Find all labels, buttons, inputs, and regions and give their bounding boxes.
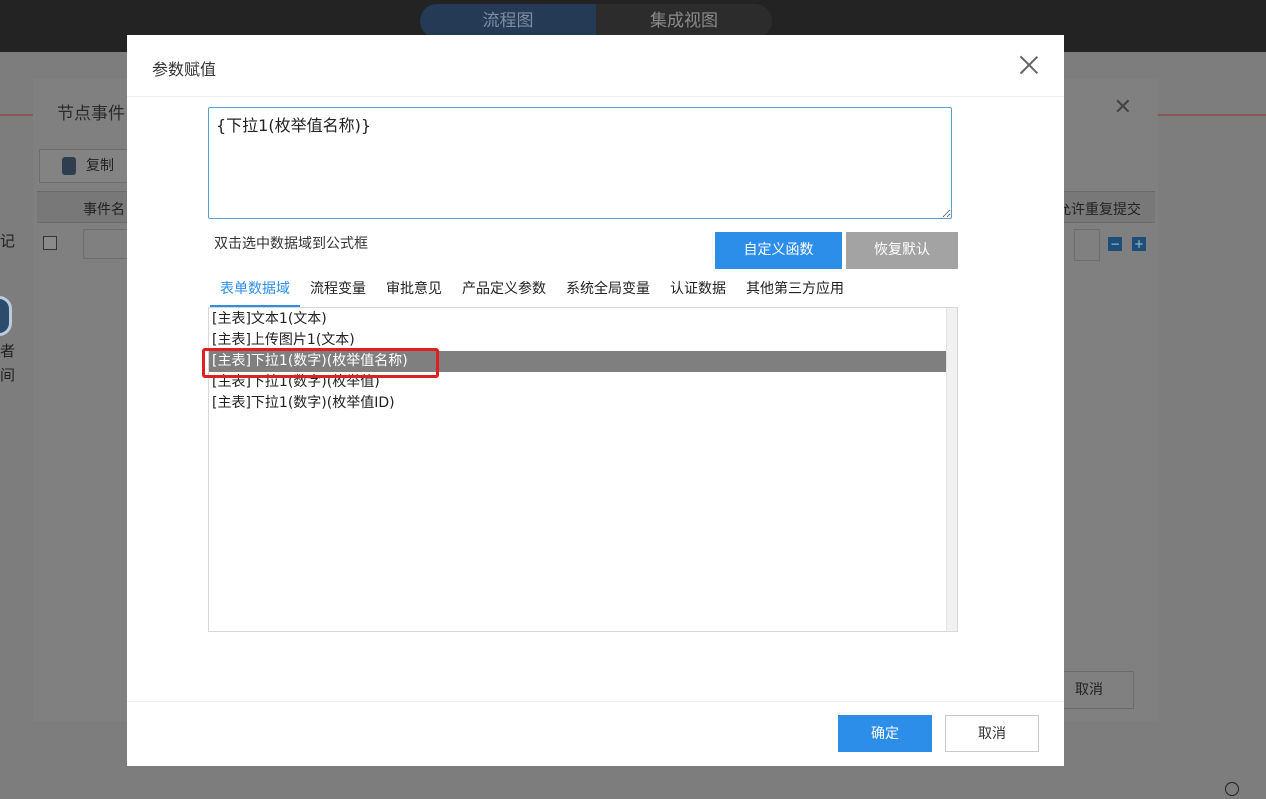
tab-third-party-apps[interactable]: 其他第三方应用 (736, 275, 854, 307)
data-source-tabs: 表单数据域 流程变量 审批意见 产品定义参数 系统全局变量 认证数据 其他第三方… (210, 275, 854, 307)
list-item[interactable]: [主表]下拉1(数字)(枚举值ID) (209, 393, 947, 414)
background-checkbox (43, 236, 57, 250)
close-icon[interactable] (1018, 54, 1040, 76)
tab-global-variables[interactable]: 系统全局变量 (556, 275, 660, 307)
background-dialog-title: 节点事件 (57, 104, 125, 124)
tab-product-params[interactable]: 产品定义参数 (452, 275, 556, 307)
background-select (1074, 229, 1100, 261)
list-item-selected[interactable]: [主表]下拉1(数字)(枚举值名称) (209, 351, 947, 372)
modal-title: 参数赋值 (152, 60, 217, 79)
list-item[interactable]: [主表]下拉1(数字)(枚举值) (209, 372, 947, 393)
custom-function-button[interactable]: 自定义函数 (715, 232, 842, 269)
tab-auth-data[interactable]: 认证数据 (660, 275, 736, 307)
list-scrollbar[interactable] (946, 308, 957, 631)
param-assignment-modal: 参数赋值 {下拉1(枚举值名称)} 双击选中数据域到公式框 自定义函数 恢复默认… (127, 35, 1064, 766)
col-allow-resubmit: 允许重复提交 (1057, 202, 1141, 218)
background-left-label: 者 (0, 342, 16, 360)
tab-integration-view[interactable]: 集成视图 (596, 4, 772, 38)
zoom-out-icon (1225, 782, 1239, 796)
background-left-label: 记 (0, 232, 16, 250)
minus-icon: − (1108, 237, 1122, 251)
tab-flowchart[interactable]: 流程图 (420, 4, 596, 38)
background-left-label: 间 (0, 366, 16, 384)
copy-icon (62, 157, 76, 175)
tab-process-variables[interactable]: 流程变量 (300, 275, 376, 307)
list-item[interactable]: [主表]上传图片1(文本) (209, 330, 947, 351)
view-switcher: 流程图 集成视图 (420, 4, 772, 38)
list-item[interactable]: [主表]文本1(文本) (209, 309, 947, 330)
hint-text: 双击选中数据域到公式框 (214, 236, 368, 252)
background-close-icon: ✕ (1113, 95, 1132, 120)
confirm-button[interactable]: 确定 (838, 715, 932, 752)
modal-header: 参数赋值 (127, 35, 1064, 97)
field-list[interactable]: [主表]文本1(文本) [主表]上传图片1(文本) [主表]下拉1(数字)(枚举… (208, 307, 958, 632)
restore-default-button[interactable]: 恢复默认 (846, 232, 958, 269)
col-event-name: 事件名 (83, 202, 125, 218)
tab-approval-opinions[interactable]: 审批意见 (376, 275, 452, 307)
tab-form-data[interactable]: 表单数据域 (210, 275, 300, 307)
background-copy-button: 复制 (39, 149, 134, 183)
cancel-button[interactable]: 取消 (945, 715, 1039, 752)
plus-icon: + (1132, 237, 1146, 251)
formula-textarea[interactable]: {下拉1(枚举值名称)} (208, 107, 952, 219)
